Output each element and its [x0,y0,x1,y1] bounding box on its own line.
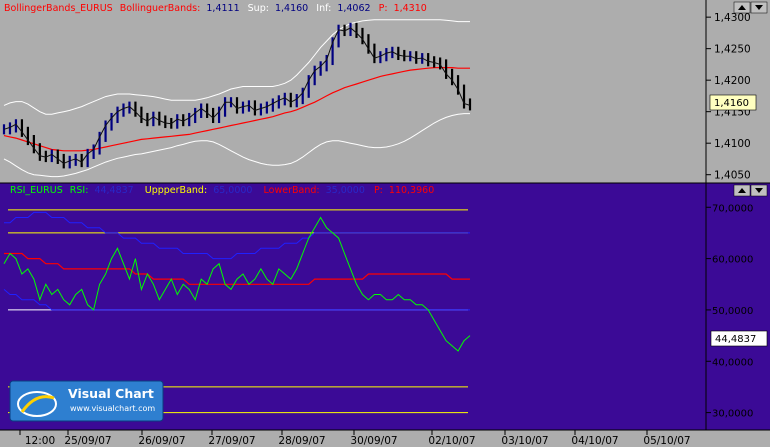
date-tick-label: 26/09/07 [138,435,185,447]
date-tick-label: 12:00 [25,435,55,447]
rsi-label: RSI: [70,185,89,196]
date-tick-label: 27/09/07 [208,435,255,447]
last-rsi-value: 44,4837 [715,334,756,345]
rsi-tick-label: 60,0000 [712,255,753,266]
date-tick-label: 30/09/07 [350,435,397,447]
price-series-name: BollingerBands_EURUS [4,3,113,14]
price-panel-bg [0,0,706,183]
rsi-p-label: P: [374,185,383,196]
logo-title: Visual Chart [68,386,154,401]
bollinger-label: BollinguerBands: [120,3,201,14]
sup-value: 1,4160 [275,3,308,14]
date-tick-label: 03/10/07 [501,435,548,447]
p-value: 1,4310 [394,3,427,14]
lower-band-label: LowerBand: [264,185,320,196]
date-tick-label: 05/10/07 [643,435,690,447]
last-price-badge: 1,4160 [709,94,757,111]
upper-band-value: 65,0000 [213,185,252,196]
bollinger-value: 1,4111 [206,3,239,14]
rsi-tick-label: 30,0000 [712,409,753,420]
last-price-value: 1,4160 [714,98,749,109]
inf-label: Inf: [316,3,331,14]
date-tick-label: 25/09/07 [64,435,111,447]
last-rsi-badge: 44,4837 [710,330,768,347]
lower-band-value: 35,0000 [326,185,365,196]
rsi-p-value: 110,3960 [389,185,434,196]
price-tick-label: 1,4250 [714,44,751,56]
logo-url: www.visualchart.com [70,404,155,413]
price-tick-label: 1,4200 [714,75,751,87]
price-tick-label: 1,4100 [714,138,751,150]
rsi-tick-label: 70,0000 [712,203,753,214]
price-axis-bg [706,0,770,183]
visual-chart-logo: Visual Chart www.visualchart.com [9,380,164,422]
date-tick-label: 28/09/07 [278,435,325,447]
chart-window: 1,4050 1,4100 1,4150 1,4200 1,4250 1,4300 30,0… [0,0,770,447]
sup-label: Sup: [248,3,269,14]
date-tick-label: 04/10/07 [571,435,618,447]
rsi-tick-label: 40,0000 [712,357,753,368]
price-tick-label: 1,4300 [714,12,751,24]
inf-value: 1,4062 [337,3,370,14]
rsi-value: 44,4837 [94,185,133,196]
price-tick-label: 1,4050 [714,170,751,182]
upper-band-label: UppperBand: [145,185,207,196]
rsi-tick-label: 50,0000 [712,306,753,317]
rsi-series-name: RSI_EURUS [10,185,63,196]
p-label: P: [379,3,388,14]
date-tick-label: 02/10/07 [428,435,475,447]
price-header: BollingerBands_EURUS BollinguerBands: 1,… [4,3,427,14]
chart-canvas: 1,40501,41001,41501,42001,42501,430030,0… [0,0,770,447]
